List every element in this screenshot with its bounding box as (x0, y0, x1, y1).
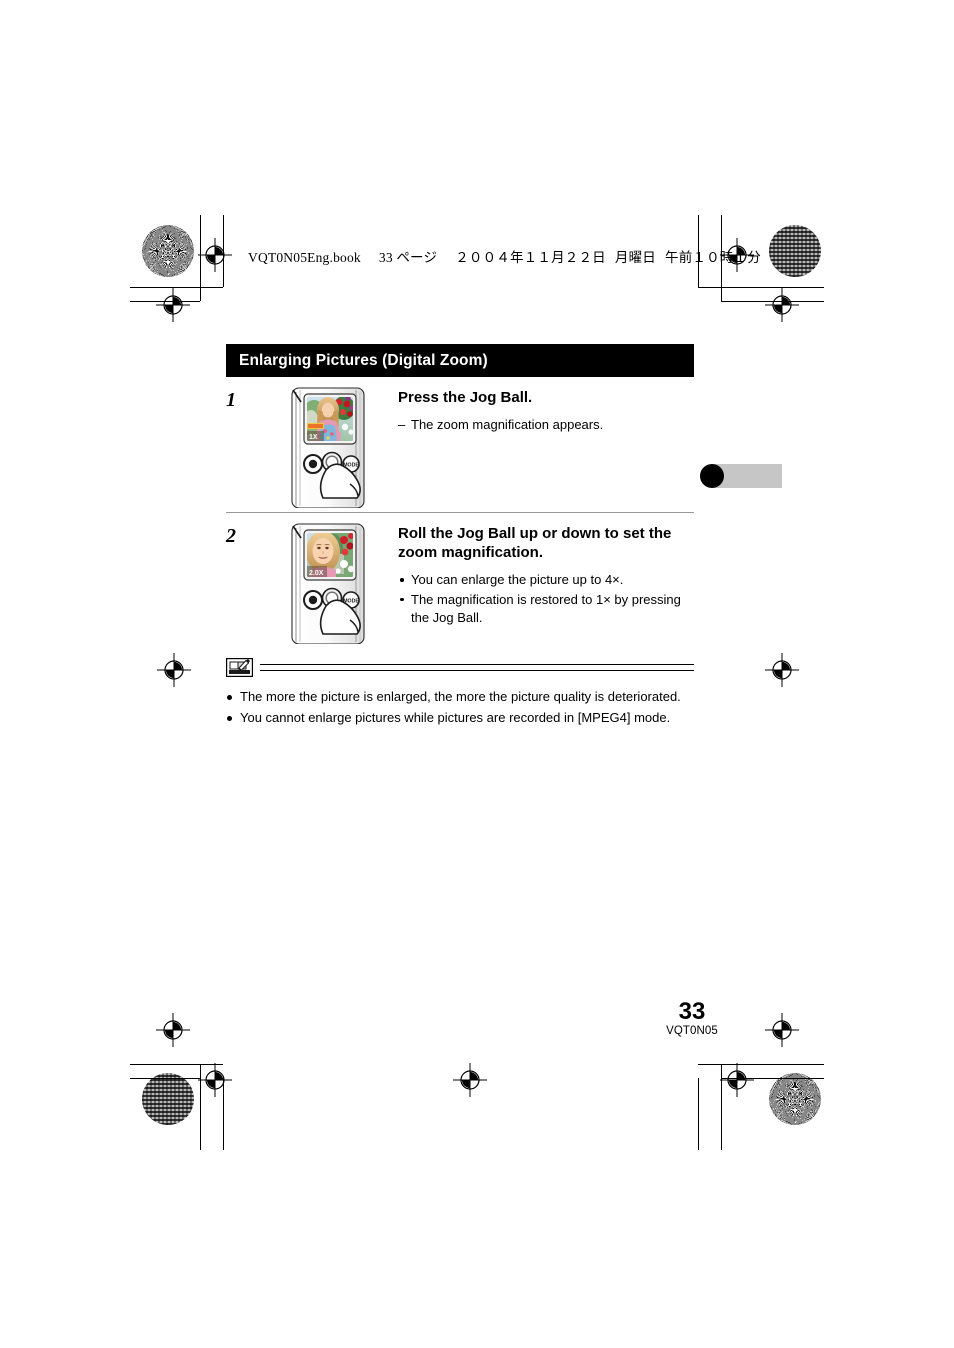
crop-mark-h (698, 287, 824, 288)
list-item: The magnification is restored to 1× by p… (398, 591, 694, 628)
crop-mark-v (721, 1064, 722, 1150)
crop-mark-h (721, 301, 824, 302)
notes-section: The more the picture is enlarged, the mo… (226, 658, 694, 728)
step-2-bullet-list: You can enlarge the picture up to 4×. Th… (398, 571, 694, 627)
registration-target (765, 288, 799, 322)
book-header-line: VQT0N05Eng.book 33 ページ ２００４年１１月２２日 月曜日 午前１０時… (248, 246, 761, 266)
step-number: 2 (226, 525, 236, 547)
step-2-heading: Roll the Jog Ball up or down to set the … (398, 525, 672, 562)
header-weekday: 月曜日 (614, 250, 656, 265)
crop-mark-v (223, 1078, 224, 1150)
chapter-thumb-index (700, 464, 782, 488)
list-item: The more the picture is enlarged, the mo… (226, 688, 694, 707)
list-item: You cannot enlarge pictures while pictur… (226, 709, 694, 728)
crop-mark-h (130, 1078, 200, 1079)
crop-mark-v (200, 215, 201, 301)
header-filename: VQT0N05Eng.book (248, 250, 361, 265)
crop-mark-v (698, 1078, 699, 1150)
crop-mark-h (721, 1078, 824, 1079)
step-1-body: Press the Jog Ball. – The zoom magnifica… (388, 386, 694, 434)
crop-mark-h (130, 1064, 223, 1065)
section-title: Enlarging Pictures (Digital Zoom) (226, 344, 694, 377)
header-page-label: 33 ページ (378, 250, 438, 265)
header-date: ２００４年１１月２２日 (455, 250, 606, 265)
moire-circle-bottom-left (142, 1073, 194, 1125)
note-pencil-icon (226, 658, 253, 677)
notes-double-rule (260, 664, 694, 671)
step-1-heading: Press the Jog Ball. (398, 389, 533, 406)
registration-target (765, 653, 799, 687)
crop-mark-h (130, 301, 200, 302)
step-number: 1 (226, 389, 236, 411)
document-id: VQT0N05 (666, 1025, 718, 1037)
crop-mark-h (130, 287, 223, 288)
crop-mark-v (223, 215, 224, 287)
thumb-index-dot (700, 464, 724, 488)
moire-circle-bottom-right (769, 1073, 821, 1125)
registration-target (156, 1013, 190, 1047)
moire-circle-top-left (142, 225, 194, 277)
page-footer: 33 VQT0N05 (612, 1000, 772, 1039)
step-2-body: Roll the Jog Ball up or down to set the … (388, 522, 694, 629)
dash-marker: – (398, 417, 406, 433)
crop-mark-h (698, 1064, 824, 1065)
registration-target (157, 653, 191, 687)
crop-mark-v (200, 1064, 201, 1150)
notes-list: The more the picture is enlarged, the mo… (226, 688, 694, 728)
camera-device-illustration: 1X MODE (274, 386, 386, 513)
step-1: 1 1X MODE Press the Jog Ball. – The zoom… (226, 377, 694, 509)
registration-target (198, 1063, 232, 1097)
registration-target (720, 1063, 754, 1097)
list-item: You can enlarge the picture up to 4×. (398, 571, 694, 589)
page-number: 33 (678, 998, 706, 1025)
step-2-illustration: 2.0X MODE (248, 522, 388, 645)
page-content: Enlarging Pictures (Digital Zoom) 1 1X M… (226, 344, 694, 730)
header-time: 午前１０時１分 (665, 250, 761, 265)
registration-target (156, 288, 190, 322)
step-1-illustration: 1X MODE (248, 386, 388, 509)
notes-header (226, 658, 694, 677)
camera-device-illustration: 2.0X MODE (274, 522, 386, 649)
registration-target (198, 238, 232, 272)
lcd-zoom-magnification: 2.0X (309, 570, 324, 577)
step-2: 2 2.0X MODE Roll the Jog Ball up or down… (226, 512, 694, 645)
registration-target (453, 1063, 487, 1097)
step-1-note: – The zoom magnification appears. (398, 416, 694, 434)
moire-circle-top-right (769, 225, 821, 277)
lcd-zoom-magnification: 1X (309, 434, 318, 441)
step-1-note-text: The zoom magnification appears. (411, 417, 604, 433)
